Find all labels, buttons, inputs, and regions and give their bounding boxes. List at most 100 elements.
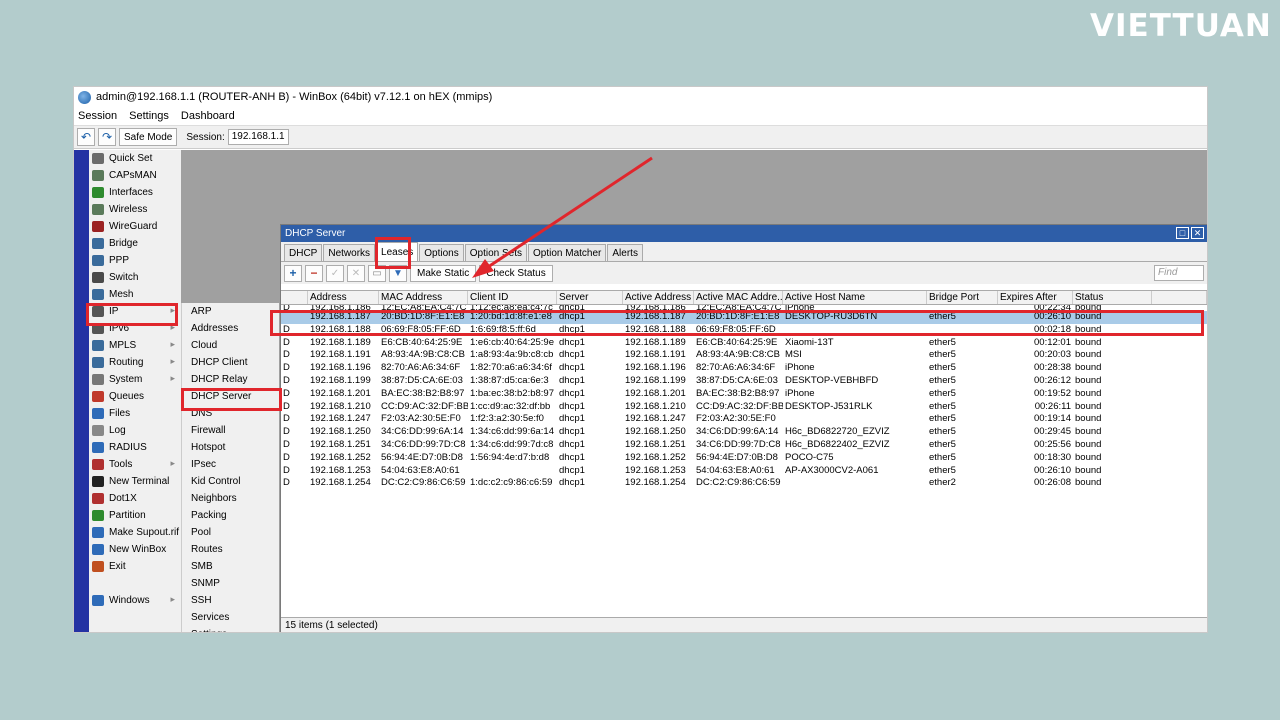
table-row[interactable]: D 192.168.1.247 F2:03:A2:30:5E:F0 1:f2:3:a2… bbox=[281, 413, 1207, 426]
sidebar-item-ppp[interactable]: PPP bbox=[89, 252, 181, 269]
add-icon[interactable]: + bbox=[284, 264, 302, 282]
find-input[interactable]: Find bbox=[1154, 265, 1204, 281]
ip-submenu-settings[interactable]: Settings bbox=[182, 626, 279, 632]
sidebar-item-new-terminal[interactable]: New Terminal bbox=[89, 473, 181, 490]
menu-settings[interactable]: Settings bbox=[129, 110, 169, 122]
table-cell: 82:70:A6:A6:34:6F bbox=[696, 362, 776, 374]
ip-submenu-dhcp-relay[interactable]: DHCP Relay bbox=[182, 371, 279, 388]
sidebar-item-routing[interactable]: Routing ▸ bbox=[89, 354, 181, 371]
sidebar-item-wireguard[interactable]: WireGuard bbox=[89, 218, 181, 235]
ip-submenu-ipsec[interactable]: IPsec bbox=[182, 456, 279, 473]
ip-submenu-pool[interactable]: Pool bbox=[182, 524, 279, 541]
ip-submenu-dhcp-server[interactable]: DHCP Server bbox=[182, 388, 279, 405]
ip-submenu-cloud[interactable]: Cloud bbox=[182, 337, 279, 354]
table-row[interactable]: D 192.168.1.201 BA:EC:38:B2:B8:97 1:ba:ec:3… bbox=[281, 388, 1207, 401]
menu-dashboard[interactable]: Dashboard bbox=[181, 110, 235, 122]
sidebar-item-mpls[interactable]: MPLS ▸ bbox=[89, 337, 181, 354]
sidebar-item-switch[interactable]: Switch bbox=[89, 269, 181, 286]
column-header[interactable]: Active Host Name bbox=[783, 291, 927, 304]
ip-submenu-services[interactable]: Services bbox=[182, 609, 279, 626]
ip-submenu-ssh[interactable]: SSH bbox=[182, 592, 279, 609]
column-header[interactable]: Active MAC Addre... bbox=[694, 291, 783, 304]
table-row[interactable]: D 192.168.1.251 34:C6:DD:99:7D:C8 1:34:c6:d… bbox=[281, 439, 1207, 452]
table-row[interactable]: D 192.168.1.191 A8:93:4A:9B:C8:CB 1:a8:93:4… bbox=[281, 349, 1207, 362]
tab-dhcp[interactable]: DHCP bbox=[284, 244, 323, 261]
sidebar-item-dot1x[interactable]: Dot1X bbox=[89, 490, 181, 507]
sidebar-item-interfaces[interactable]: Interfaces bbox=[89, 184, 181, 201]
table-row[interactable]: D 192.168.1.252 56:94:4E:D7:0B:D8 1:56:94:4… bbox=[281, 452, 1207, 465]
sidebar-item-wireless[interactable]: Wireless bbox=[89, 201, 181, 218]
table-row[interactable]: D 192.168.1.254 DC:C2:C9:86:C6:59 1:dc:c2:c… bbox=[281, 477, 1207, 490]
sidebar-item-exit[interactable]: Exit bbox=[89, 558, 181, 575]
tab-options[interactable]: Options bbox=[419, 244, 464, 261]
tab-option-sets[interactable]: Option Sets bbox=[464, 244, 528, 261]
enable-icon[interactable]: ✓ bbox=[326, 264, 344, 282]
tab-networks[interactable]: Networks bbox=[323, 244, 376, 261]
column-header[interactable]: Server bbox=[557, 291, 623, 304]
maximize-icon[interactable]: □ bbox=[1176, 227, 1189, 239]
column-header[interactable]: Status bbox=[1073, 291, 1152, 304]
sidebar-item-queues[interactable]: Queues bbox=[89, 388, 181, 405]
column-header[interactable]: Address bbox=[308, 291, 379, 304]
table-row[interactable]: D 192.168.1.210 CC:D9:AC:32:DF:BB 1:cc:d9:a… bbox=[281, 401, 1207, 414]
table-cell: 192.168.1.247 bbox=[310, 413, 371, 425]
menu-session[interactable]: Session bbox=[78, 110, 117, 122]
ip-submenu-neighbors[interactable]: Neighbors bbox=[182, 490, 279, 507]
ip-submenu-hotspot[interactable]: Hotspot bbox=[182, 439, 279, 456]
sidebar-item-capsman[interactable]: CAPsMAN bbox=[89, 167, 181, 184]
tab-option-matcher[interactable]: Option Matcher bbox=[528, 244, 607, 261]
table-row[interactable]: D 192.168.1.188 06:69:F8:05:FF:6D 1:6:69:f8… bbox=[281, 324, 1207, 337]
table-cell: D bbox=[283, 400, 290, 412]
sidebar-item-make-supout-rif[interactable]: Make Supout.rif bbox=[89, 524, 181, 541]
ip-submenu-packing[interactable]: Packing bbox=[182, 507, 279, 524]
tab-alerts[interactable]: Alerts bbox=[607, 244, 643, 261]
tab-leases[interactable]: Leases bbox=[376, 242, 419, 261]
disable-icon[interactable]: ✕ bbox=[347, 264, 365, 282]
comment-icon[interactable]: ▭ bbox=[368, 264, 386, 282]
ip-submenu-addresses[interactable]: Addresses bbox=[182, 320, 279, 337]
ip-submenu-kid-control[interactable]: Kid Control bbox=[182, 473, 279, 490]
sidebar-item-quick-set[interactable]: Quick Set bbox=[89, 150, 181, 167]
undo-icon[interactable]: ↶ bbox=[77, 128, 95, 146]
check-status-button[interactable]: Check Status bbox=[479, 264, 553, 282]
ip-submenu-routes[interactable]: Routes bbox=[182, 541, 279, 558]
ip-submenu-snmp[interactable]: SNMP bbox=[182, 575, 279, 592]
table-row[interactable]: D 192.168.1.253 54:04:63:E8:A0:61 dhcp1 192.… bbox=[281, 465, 1207, 478]
sidebar-item-system[interactable]: System ▸ bbox=[89, 371, 181, 388]
safe-mode-button[interactable]: Safe Mode bbox=[119, 128, 178, 146]
sidebar-item-mesh[interactable]: Mesh bbox=[89, 286, 181, 303]
sidebar-item-tools[interactable]: Tools ▸ bbox=[89, 456, 181, 473]
ip-submenu-firewall[interactable]: Firewall bbox=[182, 422, 279, 439]
table-row[interactable]: D 192.168.1.250 34:C6:DD:99:6A:14 1:34:c6:d… bbox=[281, 426, 1207, 439]
redo-icon[interactable]: ↷ bbox=[98, 128, 116, 146]
filter-icon[interactable]: ▼ bbox=[389, 264, 407, 282]
make-static-button[interactable]: Make Static bbox=[410, 264, 477, 282]
sidebar-item-files[interactable]: Files bbox=[89, 405, 181, 422]
table-row[interactable]: D 192.168.1.196 82:70:A6:A6:34:6F 1:82:70:a… bbox=[281, 362, 1207, 375]
sidebar-item-windows[interactable]: Windows ▸ bbox=[89, 592, 181, 609]
sidebar-item-new-winbox[interactable]: New WinBox bbox=[89, 541, 181, 558]
ip-submenu-dns[interactable]: DNS bbox=[182, 405, 279, 422]
remove-icon[interactable]: − bbox=[305, 264, 323, 282]
ip-submenu-smb[interactable]: SMB bbox=[182, 558, 279, 575]
column-header[interactable]: Expires After bbox=[998, 291, 1073, 304]
column-header[interactable]: Client ID bbox=[468, 291, 557, 304]
column-header[interactable] bbox=[1152, 291, 1207, 304]
sidebar-item-ipv6[interactable]: IPv6 ▸ bbox=[89, 320, 181, 337]
sidebar-item-log[interactable]: Log bbox=[89, 422, 181, 439]
column-header[interactable]: Bridge Port bbox=[927, 291, 998, 304]
sidebar-item-partition[interactable]: Partition bbox=[89, 507, 181, 524]
ip-submenu-arp[interactable]: ARP bbox=[182, 303, 279, 320]
column-header[interactable]: Active Address bbox=[623, 291, 694, 304]
sidebar-item-radius[interactable]: RADIUS bbox=[89, 439, 181, 456]
table-row[interactable]: D 192.168.1.189 E6:CB:40:64:25:9E 1:e6:cb:4… bbox=[281, 337, 1207, 350]
sidebar-item-bridge[interactable]: Bridge bbox=[89, 235, 181, 252]
table-row[interactable]: D 192.168.1.199 38:87:D5:CA:6E:03 1:38:87:d… bbox=[281, 375, 1207, 388]
table-row[interactable]: 192.168.1.187 20:BD:1D:8F:E1:E8 1:20:bd:1d… bbox=[281, 311, 1207, 324]
table-cell: D bbox=[283, 438, 290, 450]
close-icon[interactable]: ✕ bbox=[1191, 227, 1204, 239]
ip-submenu-dhcp-client[interactable]: DHCP Client bbox=[182, 354, 279, 371]
sidebar-item-ip[interactable]: IP ▸ bbox=[89, 303, 181, 320]
column-header[interactable]: MAC Address bbox=[379, 291, 468, 304]
column-header[interactable] bbox=[281, 291, 308, 304]
